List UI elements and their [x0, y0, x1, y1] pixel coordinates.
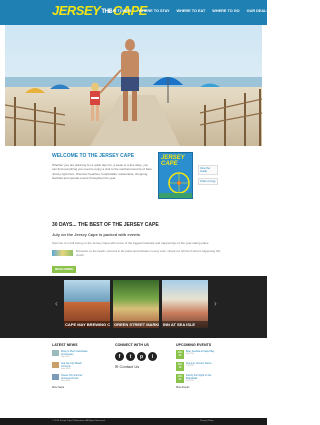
welcome-section: Welcome to The Jersey Cape Whether you a… — [52, 150, 222, 180]
news-item[interactable]: Morey's Piers Celebrates Anniversary July… — [52, 350, 98, 359]
nav-where-to-stay[interactable]: Where to Stay — [139, 9, 170, 13]
order-copy-link[interactable]: Order a Copy — [198, 178, 218, 185]
days-row: Fireworks on the beach, concerts in the … — [52, 249, 222, 257]
site-header: JERSEYTHECAPE Our Towns Where to Stay Wh… — [0, 0, 269, 25]
days-subheading: July on the Jersey Cape is packed with e… — [52, 232, 141, 237]
news-heading: Latest News — [52, 343, 78, 347]
nav-where-to-go[interactable]: Where to Go — [212, 9, 239, 13]
thirty-days-section: 30 Days... The Best of the Jersey Cape J… — [52, 222, 222, 275]
copyright-text: © 2016 Jersey Cape Publications. All Rig… — [52, 420, 106, 422]
event-item[interactable]: JUL 21 Family Fun Night on the Boardwalk 5… — [176, 374, 222, 383]
event-date: JUL 21 — [176, 374, 184, 383]
ferris-wheel-icon — [159, 172, 192, 198]
carousel-item-green-street-market[interactable]: Green Street Market — [113, 280, 159, 328]
carousel-item-cape-may-brewing[interactable]: Cape May Brewing Co. — [64, 280, 110, 328]
carousel-item-inn-at-sea-isle[interactable]: Inn at Sea Isle — [162, 280, 208, 328]
twitter-icon[interactable]: t — [126, 352, 135, 361]
news-item[interactable]: Sea Isle City Beach Concerts June 2016 — [52, 362, 98, 371]
view-guide-link[interactable]: View the Guide — [198, 165, 218, 175]
event-item[interactable]: JUL 14 Beer Festival at Cape May 6:00 PM — [176, 350, 222, 359]
guide-cover[interactable]: JERSEY CAPE — [158, 152, 193, 199]
read-more-button[interactable]: Read more — [52, 265, 77, 273]
events-heading: Upcoming Events — [176, 343, 212, 347]
page: { "header": { "logo_prefix": "JERSEY", "… — [0, 0, 269, 425]
nav-our-towns[interactable]: Our Towns — [108, 9, 132, 13]
news-date: June 2016 — [61, 380, 71, 382]
news-thumbnail — [52, 374, 59, 380]
event-date: JUL 14 — [176, 350, 184, 359]
days-lead: Summer is in full swing on the Jersey Ca… — [52, 241, 210, 245]
contact-link[interactable]: ✉ Contact Us — [115, 364, 159, 369]
event-time: 5:00 PM — [186, 380, 194, 382]
more-events-link[interactable]: More Events — [176, 386, 222, 389]
nav-our-deals[interactable]: Our Deals — [247, 9, 269, 13]
connect-with-us: Connect With Us f t p i ✉ Contact Us — [115, 343, 159, 389]
contact-label: Contact Us — [119, 364, 140, 369]
facebook-icon[interactable]: f — [115, 352, 124, 361]
carousel-caption: Green Street Market — [113, 321, 159, 328]
carousel-caption: Cape May Brewing Co. — [64, 321, 110, 328]
hero-image — [5, 25, 262, 146]
social-icons: f t p i — [115, 352, 159, 361]
pinterest-icon[interactable]: p — [137, 352, 146, 361]
upcoming-events: Upcoming Events JUL 14 Beer Festival at C… — [176, 343, 222, 389]
news-item[interactable]: Ocean City Summer Announcements June 2016 — [52, 374, 98, 383]
privacy-link[interactable]: Privacy Policy — [200, 420, 214, 422]
welcome-heading: Welcome to The Jersey Cape — [52, 153, 135, 159]
event-item[interactable]: JUL 16 Summer Concert Series 7:30 PM — [176, 362, 222, 371]
more-news-link[interactable]: More News — [52, 386, 98, 389]
latest-news: Latest News Morey's Piers Celebrates Ann… — [52, 343, 98, 389]
days-heading: 30 Days... The Best of the Jersey Cape — [52, 222, 159, 228]
connect-heading: Connect With Us — [115, 343, 149, 347]
news-thumbnail — [52, 350, 59, 356]
featured-carousel: ‹ Cape May Brewing Co. Green Street Mark… — [0, 276, 267, 338]
carousel-caption: Inn at Sea Isle — [162, 321, 208, 328]
carousel-prev-icon[interactable]: ‹ — [55, 299, 58, 308]
days-row-text: Fireworks on the beach, concerts in the … — [75, 249, 221, 257]
event-time: 7:30 PM — [186, 365, 194, 367]
news-date: June 2016 — [61, 368, 71, 370]
logo-prefix: JERSEY — [52, 3, 101, 18]
guide-links: View the Guide Order a Copy — [198, 165, 218, 188]
carousel-next-icon[interactable]: › — [214, 299, 217, 308]
news-thumbnail — [52, 362, 59, 368]
site-footer: © 2016 Jersey Cape Publications. All Rig… — [0, 418, 267, 425]
nav-where-to-eat[interactable]: Where to Eat — [177, 9, 206, 13]
footer-columns: Latest News Morey's Piers Celebrates Ann… — [52, 343, 222, 389]
news-date: July 2016 — [61, 356, 70, 358]
welcome-body: Whether you are planning for a quick day… — [52, 163, 152, 180]
event-time: 6:00 PM — [186, 353, 194, 355]
main-nav: Our Towns Where to Stay Where to Eat Whe… — [108, 9, 269, 13]
event-date: JUL 16 — [176, 362, 184, 371]
instagram-icon[interactable]: i — [148, 352, 157, 361]
mail-icon: ✉ — [115, 364, 119, 369]
days-thumbnail — [52, 250, 73, 256]
